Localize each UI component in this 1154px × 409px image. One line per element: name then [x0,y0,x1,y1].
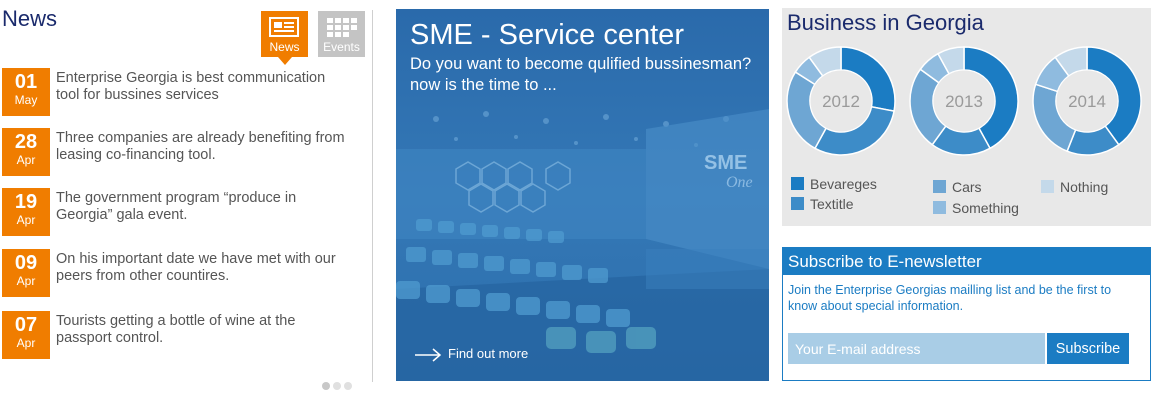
legend-label: Cars [952,179,982,195]
legend-swatch [1041,180,1054,193]
date-badge: 19 Apr [2,188,50,236]
news-headline[interactable]: Three companies are already benefiting f… [56,130,346,164]
business-panel: Business in Georgia 2012 2013 2014 Bevar… [782,8,1151,226]
legend-label: Bevareges [810,176,877,192]
date-badge: 28 Apr [2,128,50,176]
date-month: May [14,93,38,107]
find-out-more-link[interactable]: Find out more [414,346,528,362]
news-item[interactable]: 09 Apr On his important date we have met… [2,249,362,297]
arrow-right-icon [415,347,442,362]
svg-text:SME: SME [704,152,747,174]
date-month: Apr [16,213,36,227]
news-item[interactable]: 28 Apr Three companies are already benef… [2,128,362,176]
subscribe-panel: Subscribe to E-newsletter Join the Enter… [782,247,1151,381]
svg-text:One: One [726,174,753,191]
news-item[interactable]: 07 Apr Tourists getting a bottle of wine… [2,311,362,359]
date-month: Apr [16,336,36,350]
legend-item: Bevareges [791,176,877,192]
tab-news-label: News [269,40,300,54]
tab-news[interactable]: News [261,11,308,65]
news-title: News [2,6,58,31]
column-divider [372,10,373,382]
legend-swatch [791,177,804,190]
legend-item: Nothing [1041,179,1108,195]
sme-banner[interactable]: SME One SME - Service center Do you want… [396,9,769,381]
news-item[interactable]: 01 May Enterprise Georgia is best commun… [2,68,362,116]
news-headline[interactable]: Tourists getting a bottle of wine at the… [56,313,346,347]
find-out-more-label: Find out more [448,346,529,361]
date-month: Apr [16,274,36,288]
news-icon [269,17,299,37]
legend-label: Something [952,200,1019,216]
subscribe-title: Subscribe to E-newsletter [783,248,1150,275]
email-field[interactable] [788,333,1045,364]
legend-swatch [933,180,946,193]
pager-dot[interactable] [333,382,341,390]
news-panel: News News Events 01 May Enterprise Georg… [0,0,372,409]
date-day: 28 [14,131,38,153]
donut-year-label: 2013 [945,92,983,111]
news-pager [322,377,355,395]
date-month: Apr [16,153,36,167]
legend-swatch [933,201,946,214]
news-headline[interactable]: On his important date we have met with o… [56,251,346,285]
date-day: 09 [14,252,38,274]
legend-label: Nothing [1060,179,1109,195]
donut-year-label: 2012 [822,92,860,111]
sme-subtitle: Do you want to become qulified bussinesm… [410,55,752,94]
legend-item: Textitle [791,196,854,212]
events-grid-icon [327,18,357,37]
legend-item: Cars [933,179,982,195]
legend-label: Textitle [810,196,854,212]
date-day: 07 [14,314,38,336]
date-badge: 01 May [2,68,50,116]
legend-swatch [791,197,804,210]
donut-year-label: 2014 [1068,92,1106,111]
subscribe-description: Join the Enterprise Georgias mailling li… [788,283,1112,313]
legend-item: Something [933,200,1019,216]
date-day: 19 [14,191,38,213]
tab-events-label: Events [323,40,360,54]
date-badge: 09 Apr [2,249,50,297]
news-item[interactable]: 19 Apr The government program “produce i… [2,188,362,236]
subscribe-button[interactable]: Subscribe [1047,333,1129,364]
news-headline[interactable]: The government program “produce in Georg… [56,190,346,224]
pager-dot[interactable] [344,382,352,390]
tab-events[interactable]: Events [318,11,365,57]
sme-title: SME - Service center [410,19,684,51]
pager-dot[interactable] [322,382,330,390]
date-badge: 07 Apr [2,311,50,359]
date-day: 01 [14,71,38,93]
news-headline[interactable]: Enterprise Georgia is best communication… [56,70,346,104]
business-title: Business in Georgia [787,10,984,35]
